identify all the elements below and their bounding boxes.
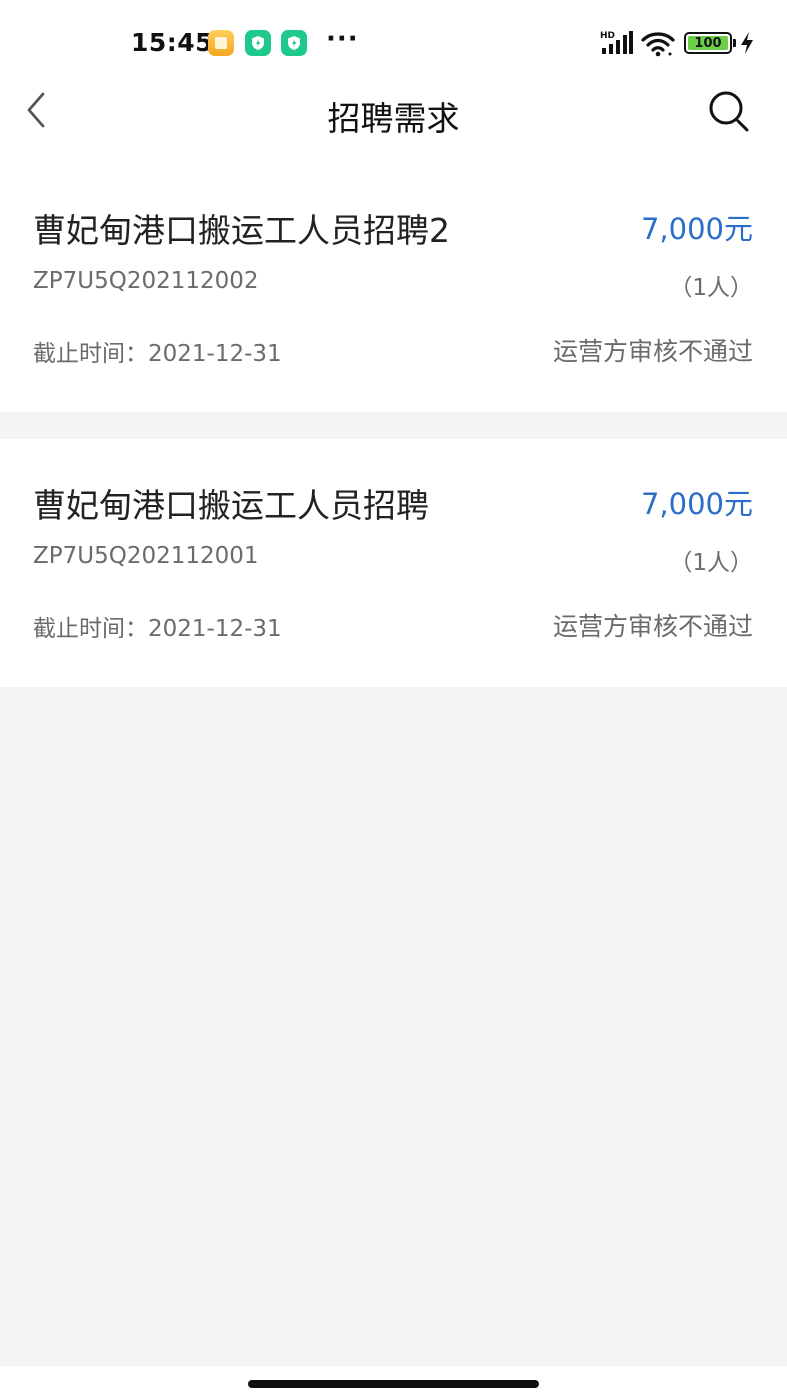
search-icon [709, 91, 749, 132]
job-listing-card[interactable]: 曹妃甸港口搬运工人员招聘2 7,000元 ZP7U5Q202112002 （1人… [0, 164, 787, 412]
status-time: 15:45 [131, 28, 214, 57]
job-headcount: （1人） [669, 275, 753, 301]
hd-signal-icon: HD [600, 31, 633, 54]
job-code: ZP7U5Q202112002 [33, 268, 259, 294]
charging-bolt-icon [741, 32, 753, 54]
job-title: 曹妃甸港口搬运工人员招聘 [33, 486, 429, 525]
nav-header: 招聘需求 [0, 80, 787, 164]
battery-icon: 100 [684, 32, 732, 54]
job-review-status: 运营方审核不通过 [552, 337, 753, 366]
job-listing-card[interactable]: 曹妃甸港口搬运工人员招聘 7,000元 ZP7U5Q202112001 （1人）… [0, 439, 787, 687]
job-deadline: 截止时间：2021-12-31 [33, 341, 282, 367]
screen: 15:45 ··· HD 100 招聘需求 曹妃甸港口搬运工人员招聘2 7,00… [0, 0, 787, 1400]
home-indicator-area [0, 1366, 787, 1400]
job-headcount: （1人） [669, 550, 753, 576]
job-review-status: 运营方审核不通过 [552, 612, 753, 641]
shield-app-icon [281, 30, 307, 56]
job-code: ZP7U5Q202112001 [33, 543, 259, 569]
battery-cap [733, 39, 736, 47]
shield-app-icon [245, 30, 271, 56]
job-salary: 7,000元 [640, 212, 753, 246]
job-deadline: 截止时间：2021-12-31 [33, 616, 282, 642]
search-button[interactable] [704, 88, 756, 136]
notes-app-icon [208, 30, 234, 56]
job-salary: 7,000元 [640, 487, 753, 521]
battery-level: 100 [688, 36, 728, 50]
svg-text:HD: HD [600, 31, 615, 41]
job-title: 曹妃甸港口搬运工人员招聘2 [33, 211, 450, 250]
wifi-icon [641, 32, 675, 57]
status-bar: 15:45 ··· HD 100 [0, 0, 787, 80]
home-indicator[interactable] [248, 1380, 539, 1388]
more-notifications-icon: ··· [326, 24, 359, 54]
page-title: 招聘需求 [327, 99, 460, 138]
